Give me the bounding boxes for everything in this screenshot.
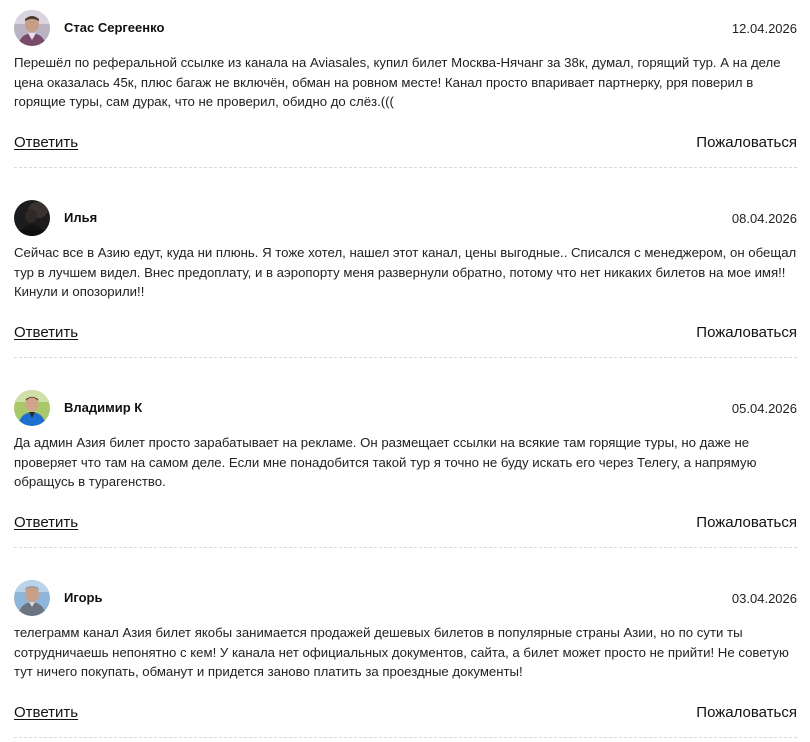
comment-author: Игорь xyxy=(64,590,103,605)
avatar[interactable] xyxy=(14,390,50,426)
comment-divider xyxy=(14,357,797,358)
avatar[interactable] xyxy=(14,580,50,616)
reply-link[interactable]: Ответить xyxy=(14,134,78,151)
comment-header: Владимир К 05.04.2026 xyxy=(14,390,797,426)
user-photo-icon xyxy=(14,200,50,236)
comment-item: Стас Сергеенко 12.04.2026 Перешёл по реф… xyxy=(14,10,797,200)
comment-divider xyxy=(14,167,797,168)
comment-header: Стас Сергеенко 12.04.2026 xyxy=(14,10,797,46)
reply-link[interactable]: Ответить xyxy=(14,704,78,721)
comment-date: 03.04.2026 xyxy=(731,591,797,606)
report-link[interactable]: Пожаловаться xyxy=(696,134,797,151)
comment-text: Сейчас все в Азию едут, куда ни плюнь. Я… xyxy=(14,245,797,299)
comment-item: Владимир К 05.04.2026 Да админ Азия биле… xyxy=(14,390,797,580)
comment-item: Игорь 03.04.2026 телеграмм канал Азия би… xyxy=(14,580,797,742)
comment-actions: Ответить Пожаловаться xyxy=(14,134,797,154)
comment-actions: Ответить Пожаловаться xyxy=(14,704,797,724)
reply-link[interactable]: Ответить xyxy=(14,514,78,531)
comment-actions: Ответить Пожаловаться xyxy=(14,514,797,534)
comment-divider xyxy=(14,547,797,548)
comment-actions: Ответить Пожаловаться xyxy=(14,324,797,344)
comment-item: Илья 08.04.2026 Сейчас все в Азию едут, … xyxy=(14,200,797,390)
comment-text: Да админ Азия билет просто зарабатывает … xyxy=(14,435,757,489)
comment-author: Илья xyxy=(64,210,98,225)
comment-date: 08.04.2026 xyxy=(731,211,797,226)
comment-divider xyxy=(14,737,797,738)
comment-date: 05.04.2026 xyxy=(731,401,797,416)
report-link[interactable]: Пожаловаться xyxy=(696,514,797,531)
comment-header: Илья 08.04.2026 xyxy=(14,200,797,236)
report-link[interactable]: Пожаловаться xyxy=(696,324,797,341)
comment-text: телеграмм канал Азия билет якобы занимае… xyxy=(14,625,789,679)
reply-link[interactable]: Ответить xyxy=(14,324,78,341)
comment-header: Игорь 03.04.2026 xyxy=(14,580,797,616)
avatar[interactable] xyxy=(14,200,50,236)
comment-author: Стас Сергеенко xyxy=(64,20,165,35)
comment-text: Перешёл по реферальной ссылке из канала … xyxy=(14,55,781,109)
user-photo-icon xyxy=(14,10,50,46)
comment-date: 12.04.2026 xyxy=(731,21,797,36)
comment-author: Владимир К xyxy=(64,400,143,415)
report-link[interactable]: Пожаловаться xyxy=(696,704,797,721)
user-photo-icon xyxy=(14,580,50,616)
user-photo-icon xyxy=(14,390,50,426)
avatar[interactable] xyxy=(14,10,50,46)
